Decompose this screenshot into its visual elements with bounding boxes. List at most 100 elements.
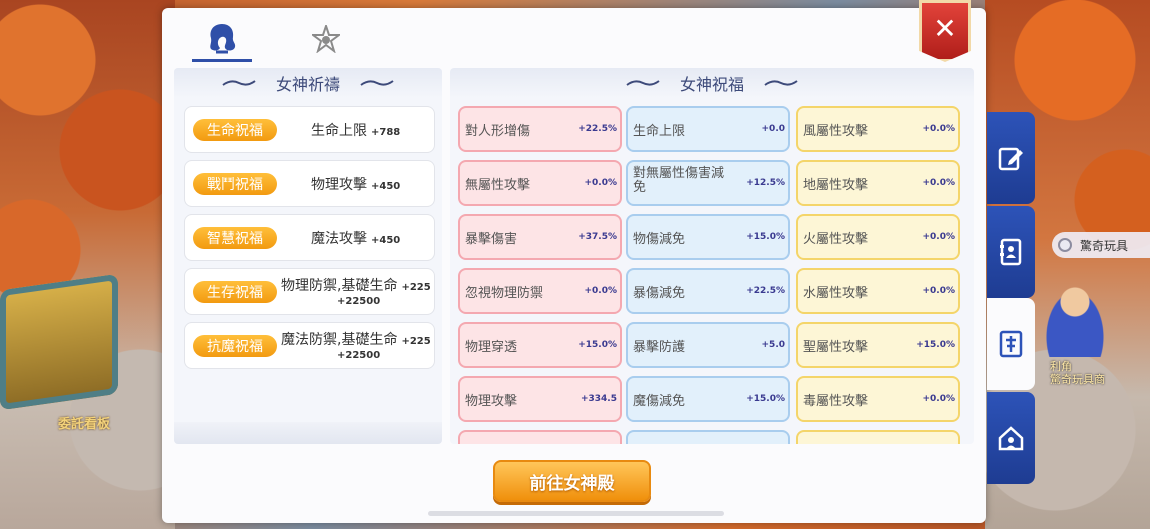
blessing-cell-name: 物傷減免 (633, 232, 686, 247)
ornament-icon (360, 80, 394, 86)
blessing-cell-value: +0.0% (584, 178, 617, 188)
blessing-cell-name: 地屬性攻擊 (803, 178, 869, 193)
blessing-cell-value: +0.0% (922, 286, 955, 296)
request-board[interactable] (0, 273, 118, 411)
close-button[interactable]: ✕ (919, 0, 971, 62)
blessing-row[interactable]: 智慧祝福 魔法攻擊 +450 (184, 214, 435, 261)
blessing-cell-value: +334.5 (580, 394, 617, 404)
background-left (0, 0, 175, 529)
blessing-cell-value: +15.0% (746, 394, 785, 404)
blessing-cell-name: 水屬性攻擊 (803, 286, 869, 301)
goddess-icon (210, 23, 236, 53)
blessing-cell-value: +37.5% (578, 232, 617, 242)
tab-goddess-prayer[interactable] (192, 16, 252, 62)
stat-name: 魔法防禦,基礎生命 (281, 332, 398, 348)
blessing-cell-name: 物理穿透 (465, 340, 518, 355)
side-tab-contacts[interactable] (987, 206, 1035, 298)
stat-name: 生命上限 (311, 123, 367, 139)
chat-bubble-icon (1058, 238, 1072, 252)
stat-value: +450 (371, 181, 401, 192)
blessing-cell: 物理穿透 +15.0% (458, 322, 622, 368)
blessing-cell-name: 暴傷減免 (633, 286, 686, 301)
blessing-stat: 物理攻擊 +450 (311, 174, 400, 194)
blessing-cell: 暴傷減免 +22.5% (626, 268, 790, 314)
blessing-cell: 魔傷減免 +15.0% (626, 376, 790, 422)
close-icon: ✕ (933, 12, 957, 45)
section-footer (174, 422, 442, 444)
blessing-cell-name: 對人形增傷 (465, 124, 531, 139)
tab-goddess-emblem[interactable] (296, 16, 356, 62)
blessing-cell: 物理攻擊 +334.5 (458, 376, 622, 422)
blessing-cell-partial (626, 430, 790, 444)
blessing-cell-value: +22.5% (578, 124, 617, 134)
blessing-cell: 物傷減免 +15.0% (626, 214, 790, 260)
goddess-shrine-icon (999, 330, 1023, 358)
ornament-icon (764, 80, 798, 86)
blessing-cell-name: 聖屬性攻擊 (803, 340, 869, 355)
edit-icon (998, 147, 1023, 171)
npc-character[interactable] (1040, 282, 1110, 357)
goddess-prayer-section: 女神祈禱 生命祝福 生命上限 +788 戰鬥祝福 物理攻擊 +450 智慧祝福 魔法… (174, 68, 442, 444)
npc-name: 利角 驚奇玩具商 (1050, 360, 1105, 386)
blessing-cell-value: +0.0 (761, 124, 785, 134)
side-tab-home[interactable] (987, 392, 1035, 484)
blessing-badge: 生命祝福 (193, 119, 277, 141)
ornament-icon (222, 80, 256, 86)
side-tab-goddess[interactable] (987, 298, 1035, 390)
npc-tag[interactable]: 驚奇玩具 (1052, 232, 1150, 258)
blessing-cell-name: 毒屬性攻擊 (803, 394, 869, 409)
blessing-row[interactable]: 戰鬥祝福 物理攻擊 +450 (184, 160, 435, 207)
blessing-row[interactable]: 抗魔祝福 魔法防禦,基礎生命 +225 +22500 (184, 322, 435, 369)
blessing-cell-name: 暴擊傷害 (465, 232, 518, 247)
blessing-cell-name: 魔傷減免 (633, 394, 686, 409)
stat-name: 物理防禦,基礎生命 (281, 278, 398, 294)
blessing-cell-value: +0.0% (584, 286, 617, 296)
blessing-stat: 生命上限 +788 (311, 120, 400, 140)
blessing-cell-value: +0.0% (922, 178, 955, 188)
star-emblem-icon (312, 25, 340, 53)
scrollbar[interactable] (428, 511, 724, 516)
stat-value-secondary: +22500 (337, 296, 381, 307)
goddess-blessing-section[interactable]: 女神祝福 對人形增傷 +22.5% 生命上限 +0.0 風屬性攻擊 +0.0% 無屬性攻擊 +… (450, 68, 974, 444)
blessing-cell-value: +15.0% (916, 340, 955, 350)
blessing-cell: 暴擊傷害 +37.5% (458, 214, 622, 260)
blessing-cell-name: 忽視物理防禦 (465, 286, 544, 301)
blessing-cell-name: 火屬性攻擊 (803, 232, 869, 247)
go-to-goddess-temple-button[interactable]: 前往女神殿 (493, 460, 651, 502)
blessing-row[interactable]: 生命祝福 生命上限 +788 (184, 106, 435, 153)
blessing-cell-value: +15.0% (746, 232, 785, 242)
blessing-cell-value: +15.0% (578, 340, 617, 350)
blessing-cell-name: 生命上限 (633, 124, 686, 139)
blessing-cell-partial (458, 430, 622, 444)
blessing-badge: 抗魔祝福 (193, 335, 277, 357)
stat-value: +225 (401, 282, 431, 293)
blessing-cell: 水屬性攻擊 +0.0% (796, 268, 960, 314)
blessing-cell-name: 物理攻擊 (465, 394, 518, 409)
prayer-title: 女神祈禱 (275, 75, 340, 94)
blessing-cell-value: +5.0 (761, 340, 785, 350)
blessing-cell-value: +0.0% (922, 124, 955, 134)
blessing-cell-name: 暴擊防護 (633, 340, 686, 355)
blessing-badge: 生存祝福 (193, 281, 277, 303)
contacts-book-icon (1000, 238, 1022, 266)
blessing-cell-value: +0.0% (922, 394, 955, 404)
blessing-badge: 戰鬥祝福 (193, 173, 277, 195)
blessing-cell: 風屬性攻擊 +0.0% (796, 106, 960, 152)
blessing-row[interactable]: 生存祝福 物理防禦,基礎生命 +225 +22500 (184, 268, 435, 315)
stat-value: +225 (401, 336, 431, 347)
blessing-cell: 對無屬性傷害減免 +12.5% (626, 160, 790, 206)
blessing-stat: 魔法防禦,基礎生命 +225 (281, 329, 431, 349)
stat-value: +450 (371, 235, 401, 246)
blessing-cell-value: +0.0% (922, 232, 955, 242)
blessing-cell: 地屬性攻擊 +0.0% (796, 160, 960, 206)
stat-name: 物理攻擊 (311, 177, 367, 193)
blessing-cell: 毒屬性攻擊 +0.0% (796, 376, 960, 422)
stat-value-secondary: +22500 (337, 350, 381, 361)
blessing-cell: 忽視物理防禦 +0.0% (458, 268, 622, 314)
tab-bar (162, 8, 986, 68)
side-tab-edit[interactable] (987, 112, 1035, 204)
blessing-cell: 火屬性攻擊 +0.0% (796, 214, 960, 260)
blessing-cell: 生命上限 +0.0 (626, 106, 790, 152)
blessing-cell-name: 風屬性攻擊 (803, 124, 869, 139)
blessing-cell-name: 對無屬性傷害減免 (633, 166, 725, 195)
